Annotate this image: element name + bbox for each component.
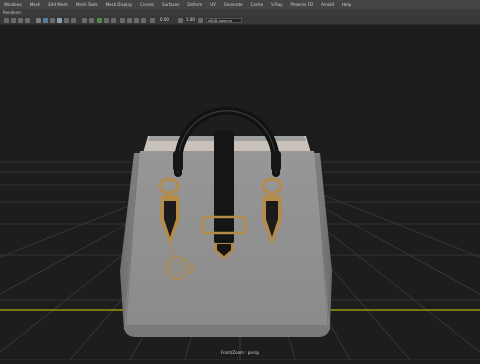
main-menubar: Windows Mesh Edit Mesh Mesh Tools Mesh D… bbox=[0, 0, 480, 9]
wireframe-icon[interactable] bbox=[50, 17, 55, 23]
isolate-icon[interactable] bbox=[97, 17, 102, 23]
shaded-icon[interactable] bbox=[57, 17, 62, 23]
hud-icon[interactable] bbox=[89, 17, 94, 23]
menu-help[interactable]: Help bbox=[342, 0, 351, 9]
menu-generate[interactable]: Generate bbox=[224, 0, 243, 9]
depth-of-field-icon[interactable] bbox=[141, 17, 146, 23]
handle-tab-right bbox=[271, 151, 281, 171]
gamma-icon[interactable] bbox=[178, 17, 183, 23]
handle-tab-left bbox=[173, 151, 183, 171]
menu-curves[interactable]: Curves bbox=[140, 0, 154, 9]
antialias-icon[interactable] bbox=[134, 17, 139, 23]
view-transform-icon[interactable] bbox=[198, 17, 203, 23]
bag-bottom-edge bbox=[124, 325, 330, 337]
gamma-value[interactable]: 1.00 bbox=[186, 17, 195, 23]
panel-menubar: Renderer bbox=[0, 9, 480, 16]
rotate-icon[interactable] bbox=[18, 17, 23, 23]
menu-cache[interactable]: Cache bbox=[251, 0, 263, 9]
colorspace-dropdown[interactable]: sRGB gamma bbox=[206, 17, 242, 23]
viewport-canvas[interactable] bbox=[0, 25, 480, 361]
menu-uv[interactable]: UV bbox=[210, 0, 216, 9]
move-icon[interactable] bbox=[11, 17, 16, 23]
motion-blur-icon[interactable] bbox=[120, 17, 125, 23]
menu-phoenix-fd[interactable]: Phoenix FD bbox=[291, 0, 314, 9]
menu-arnold[interactable]: Arnold bbox=[321, 0, 334, 9]
ambient-occlusion-icon[interactable] bbox=[127, 17, 132, 23]
exposure-icon[interactable] bbox=[150, 17, 155, 23]
texture-icon[interactable] bbox=[111, 17, 116, 23]
camera-label: Front/Zoom : persp bbox=[220, 350, 260, 355]
exposure-value[interactable]: 0.00 bbox=[160, 17, 169, 23]
perspective-viewport[interactable] bbox=[0, 25, 480, 361]
grid-icon[interactable] bbox=[43, 17, 48, 23]
menu-surfaces[interactable]: Surfaces bbox=[162, 0, 179, 9]
shadow-icon[interactable] bbox=[71, 17, 76, 23]
handbag-model[interactable] bbox=[120, 106, 332, 337]
menu-windows[interactable]: Windows bbox=[4, 0, 22, 9]
light-icon[interactable] bbox=[64, 17, 69, 23]
menu-mesh-display[interactable]: Mesh Display bbox=[106, 0, 133, 9]
menu-edit-mesh[interactable]: Edit Mesh bbox=[48, 0, 68, 9]
panel-menu-renderer[interactable]: Renderer bbox=[3, 10, 21, 15]
menu-mesh-tools[interactable]: Mesh Tools bbox=[76, 0, 98, 9]
menu-mesh[interactable]: Mesh bbox=[30, 0, 41, 9]
render-icon[interactable] bbox=[82, 17, 87, 23]
camera-icon[interactable] bbox=[36, 17, 41, 23]
menu-vray[interactable]: V-Ray bbox=[271, 0, 282, 9]
xray-icon[interactable] bbox=[104, 17, 109, 23]
menu-deform[interactable]: Deform bbox=[187, 0, 202, 9]
viewport-toolbar: 0.00 1.00 sRGB gamma bbox=[0, 16, 480, 25]
scale-icon[interactable] bbox=[25, 17, 30, 23]
select-icon[interactable] bbox=[4, 17, 9, 23]
